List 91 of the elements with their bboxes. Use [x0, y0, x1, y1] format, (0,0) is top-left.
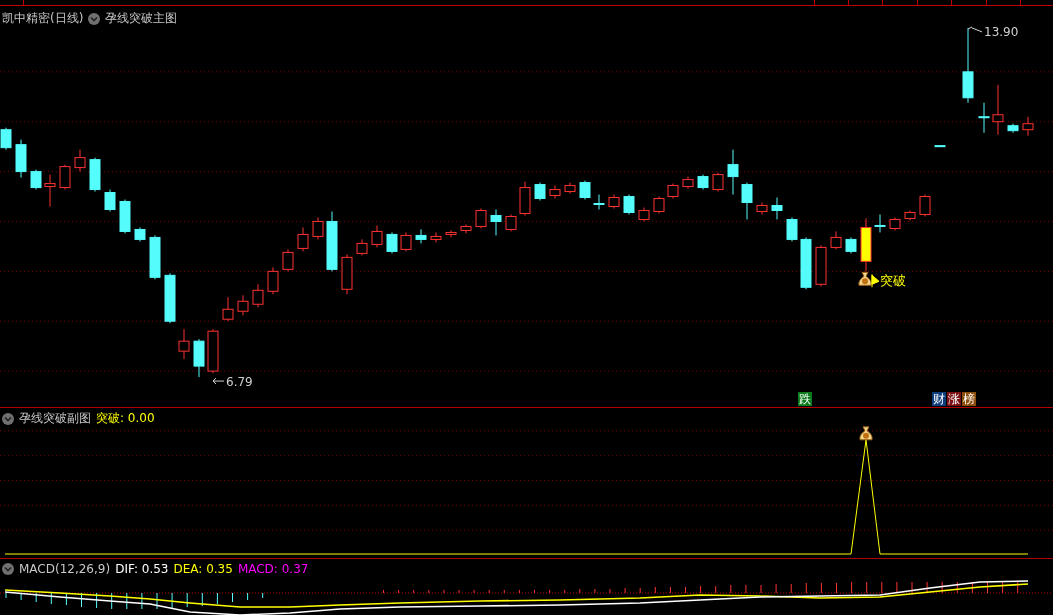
- indicator-value: DEA: 0.35: [173, 562, 233, 576]
- candlestick: [741, 182, 753, 220]
- leader-line: [967, 26, 983, 33]
- candlestick: [505, 214, 517, 232]
- indicator-name: 孕线突破主图: [105, 10, 178, 27]
- candlestick: [800, 236, 812, 290]
- candlestick: [15, 139, 27, 179]
- candlestick: [904, 210, 916, 221]
- candlestick: [519, 181, 531, 216]
- candlestick: [593, 194, 605, 210]
- left-arrow-icon: [212, 377, 225, 385]
- candlestick: [1022, 116, 1034, 137]
- candlestick: [400, 231, 412, 252]
- candlestick: [222, 296, 234, 322]
- indicator-name: MACD(12,26,9): [19, 562, 111, 576]
- signal-label: 突破: [880, 274, 906, 287]
- candlestick: [30, 169, 42, 191]
- candlestick: [460, 223, 472, 234]
- candlestick: [356, 238, 368, 256]
- candlestick: [682, 176, 694, 190]
- candlestick: [371, 224, 383, 248]
- candlestick: [786, 217, 798, 242]
- candlestick: [992, 84, 1004, 136]
- candlestick: [341, 253, 353, 295]
- candlestick: [934, 145, 946, 148]
- candlestick: [697, 174, 709, 191]
- candlestick: [149, 234, 161, 280]
- event-marker[interactable]: 跌: [798, 392, 812, 406]
- candlestick: [267, 266, 279, 295]
- candlestick: [579, 180, 591, 200]
- candlestick: [164, 272, 176, 324]
- indicator-value: DIF: 0.53: [115, 562, 169, 576]
- candlestick: [889, 217, 901, 231]
- candlestick: [653, 196, 665, 214]
- candlestick: [874, 214, 886, 233]
- event-marker[interactable]: 财: [932, 392, 946, 406]
- candlestick: [623, 194, 635, 215]
- candlestick: [312, 217, 324, 240]
- candlestick: [282, 248, 294, 272]
- candlestick: [815, 244, 827, 287]
- candlestick: [386, 231, 398, 254]
- candlestick: [490, 209, 502, 236]
- candlestick: [475, 208, 487, 229]
- candlestick: [178, 328, 190, 360]
- candlestick: [297, 226, 309, 252]
- candlestick: [119, 199, 131, 234]
- candlestick: [771, 197, 783, 220]
- candlestick: [830, 230, 842, 250]
- candlestick: [104, 189, 116, 212]
- candlestick: [415, 228, 427, 244]
- candlestick: [193, 338, 205, 378]
- candlestick: [608, 194, 620, 209]
- high-price-label: 13.90: [984, 26, 1019, 38]
- dropdown-chevron-icon[interactable]: [2, 563, 14, 575]
- stock-title: 凯中精密(日线): [2, 10, 84, 27]
- candlestick: [638, 207, 650, 222]
- dropdown-chevron-icon[interactable]: [2, 412, 14, 425]
- indicator-value: 突破: 0.00: [96, 410, 155, 427]
- candlestick: [919, 194, 931, 217]
- candlestick: [549, 185, 561, 199]
- candlestick: [845, 236, 857, 254]
- candlestick: [0, 127, 12, 151]
- candlestick: [89, 157, 101, 193]
- candlestick: [252, 283, 264, 308]
- candlestick: [564, 182, 576, 195]
- event-marker[interactable]: 榜: [962, 392, 976, 406]
- candlestick: [59, 164, 71, 191]
- candlestick: [237, 294, 249, 316]
- candlestick: [667, 183, 679, 199]
- flag-icon: [871, 273, 880, 288]
- indicator-name: 孕线突破副图: [19, 410, 91, 427]
- candlestick: [430, 231, 442, 243]
- dropdown-chevron-icon[interactable]: [88, 12, 101, 25]
- indicator-value: MACD: 0.37: [237, 562, 309, 576]
- candlestick: [860, 217, 872, 272]
- money-bag-icon: [859, 426, 873, 441]
- candlestick: [134, 226, 146, 242]
- low-price-label: 6.79: [226, 376, 253, 388]
- event-marker[interactable]: 涨: [947, 392, 961, 406]
- candlestick: [712, 172, 724, 193]
- candlestick: [326, 211, 338, 272]
- money-bag-icon: [858, 271, 872, 286]
- candlestick: [445, 229, 457, 238]
- candlestick: [727, 149, 739, 196]
- candlestick: [756, 202, 768, 215]
- candlestick: [978, 102, 990, 134]
- candlestick: [74, 149, 86, 173]
- candlestick: [44, 174, 56, 207]
- candlestick: [534, 182, 546, 201]
- candlestick: [1007, 123, 1019, 134]
- candlestick: [207, 328, 219, 374]
